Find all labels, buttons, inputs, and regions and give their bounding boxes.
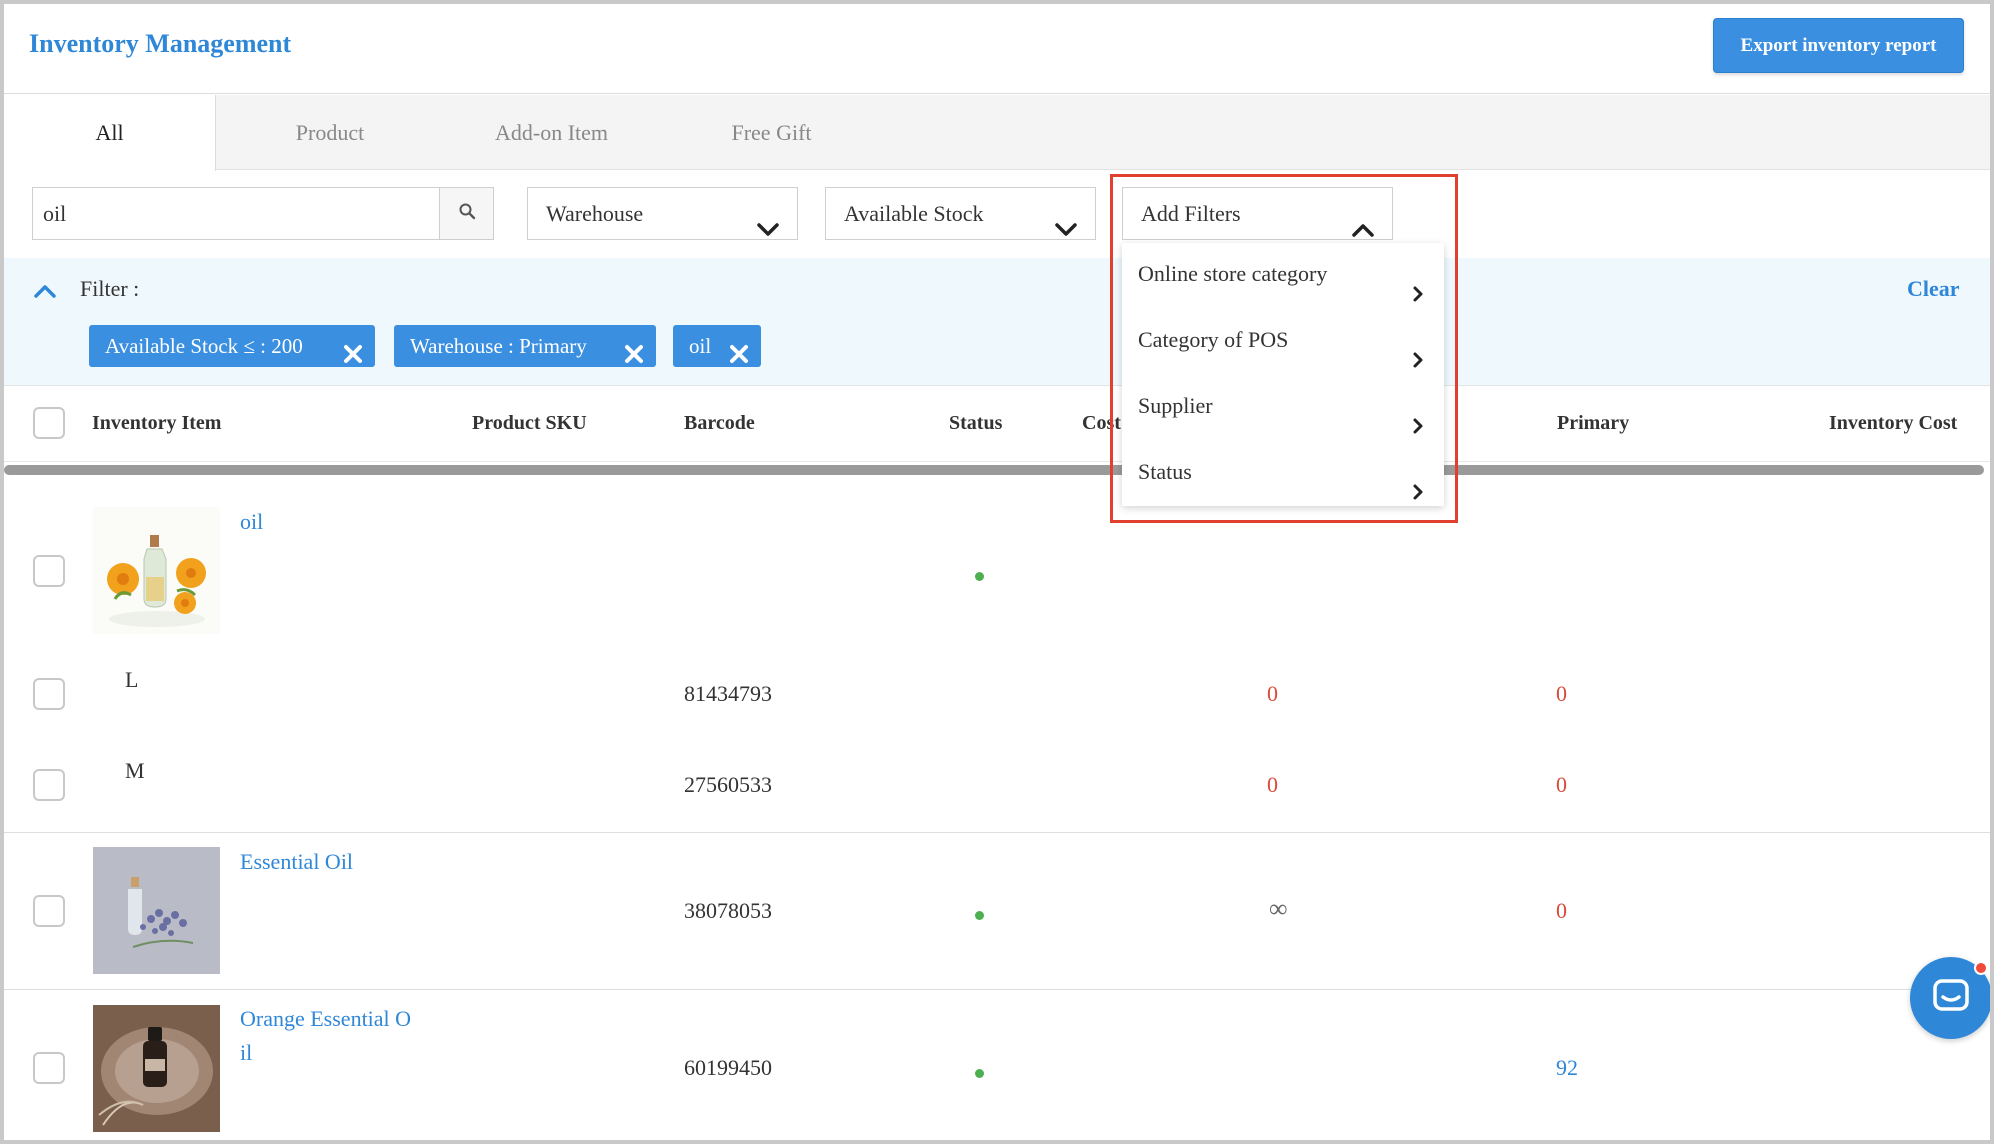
primary-stock-cell: 0 (1556, 772, 1567, 797)
product-image-amber-bottle (93, 1005, 220, 1132)
horizontal-scrollbar[interactable] (4, 465, 1984, 475)
app-window: Inventory Management Export inventory re… (0, 0, 1994, 1144)
chevron-down-icon (757, 205, 779, 256)
row-checkbox[interactable] (33, 678, 65, 710)
chevron-right-icon (1412, 463, 1424, 525)
add-filters-label: Add Filters (1141, 201, 1241, 226)
menu-item-category-of-pos[interactable]: Category of POS (1122, 309, 1444, 375)
column-header-primary[interactable]: Primary (1557, 412, 1629, 435)
close-icon[interactable] (624, 336, 644, 378)
row-checkbox[interactable] (33, 769, 65, 801)
clear-filters-link[interactable]: Clear (1907, 276, 1960, 302)
menu-item-label: Online store category (1138, 261, 1328, 286)
chevron-down-icon (1055, 205, 1077, 256)
inventory-item-link[interactable]: Essential Oil (240, 849, 353, 875)
status-active-dot (975, 911, 984, 920)
close-icon[interactable] (729, 336, 749, 378)
available-stock-select[interactable]: Available Stock (825, 187, 1096, 240)
search-icon (458, 202, 476, 225)
row-divider (4, 989, 1990, 990)
menu-item-supplier[interactable]: Supplier (1122, 375, 1444, 441)
filter-chip-label: Warehouse : Primary (410, 334, 587, 358)
row-checkbox[interactable] (33, 555, 65, 587)
tab-bar: All Product Add-on Item Free Gift (4, 95, 1990, 171)
stock-cell: 0 (1267, 681, 1278, 706)
barcode-cell: 38078053 (684, 898, 772, 923)
filter-chip-warehouse[interactable]: Warehouse : Primary (394, 325, 656, 367)
stock-cell: 0 (1267, 772, 1278, 797)
menu-item-online-store-category[interactable]: Online store category (1122, 243, 1444, 309)
tab-product[interactable]: Product (244, 95, 416, 170)
menu-item-label: Status (1138, 459, 1192, 484)
primary-stock-cell[interactable]: 92 (1556, 1055, 1578, 1081)
barcode-cell: 81434793 (684, 681, 772, 706)
column-header-barcode[interactable]: Barcode (684, 412, 755, 435)
add-filters-select[interactable]: Add Filters (1122, 187, 1393, 240)
page-header: Inventory Management Export inventory re… (4, 4, 1990, 94)
add-filters-menu: Online store category Category of POS Su… (1122, 243, 1444, 506)
primary-stock-cell: 0 (1556, 681, 1567, 706)
column-header-inventory-item[interactable]: Inventory Item (92, 412, 221, 435)
product-image-lavender-oil (93, 847, 220, 974)
tab-add-on-item[interactable]: Add-on Item (459, 95, 644, 170)
primary-stock-cell: 0 (1556, 898, 1567, 923)
table-header: Inventory Item Product SKU Barcode Statu… (4, 387, 1990, 462)
menu-item-label: Supplier (1138, 393, 1213, 418)
notification-badge (1974, 961, 1988, 975)
filter-label: Filter : (80, 276, 140, 301)
row-checkbox[interactable] (33, 1052, 65, 1084)
warehouse-select-label: Warehouse (546, 201, 644, 226)
menu-item-label: Category of POS (1138, 327, 1289, 352)
warehouse-select[interactable]: Warehouse (527, 187, 798, 240)
column-header-cost[interactable]: Cost (1082, 412, 1121, 435)
unlimited-stock-cell: ∞ (1269, 894, 1288, 923)
column-header-product-sku[interactable]: Product SKU (472, 412, 587, 435)
status-active-dot (975, 572, 984, 581)
chevron-up-icon[interactable] (34, 284, 56, 303)
menu-item-status[interactable]: Status (1122, 441, 1444, 507)
filter-chip-available-stock[interactable]: Available Stock ≤ : 200 (89, 325, 375, 367)
variant-label: L (125, 667, 139, 692)
inventory-item-link-continued[interactable]: il (240, 1040, 252, 1066)
variant-label: M (125, 758, 145, 783)
status-active-dot (975, 1069, 984, 1078)
page-title: Inventory Management (29, 29, 292, 58)
filter-chip-label: Available Stock ≤ : 200 (105, 334, 303, 358)
export-inventory-report-button[interactable]: Export inventory report (1713, 18, 1964, 73)
column-header-inventory-cost[interactable]: Inventory Cost (1829, 412, 1957, 435)
barcode-cell: 60199450 (684, 1055, 772, 1080)
search-button[interactable] (439, 187, 494, 240)
row-checkbox[interactable] (33, 895, 65, 927)
barcode-cell: 27560533 (684, 772, 772, 797)
tab-free-gift[interactable]: Free Gift (694, 95, 849, 170)
active-filters-bar: Filter : Clear Available Stock ≤ : 200 W… (4, 258, 1990, 386)
close-icon[interactable] (343, 336, 363, 378)
inventory-item-link[interactable]: Orange Essential O (240, 1006, 411, 1032)
filter-chip-keyword[interactable]: oil (673, 325, 761, 367)
filter-chip-label: oil (689, 334, 712, 358)
search-input[interactable] (32, 187, 441, 240)
tab-all[interactable]: All (4, 95, 216, 171)
available-stock-select-label: Available Stock (844, 201, 984, 226)
chat-icon (1931, 977, 1971, 1020)
column-header-status[interactable]: Status (949, 412, 1002, 435)
product-image-calendula-oil (93, 507, 220, 634)
inventory-item-link[interactable]: oil (240, 509, 263, 535)
chat-launcher-button[interactable] (1910, 957, 1990, 1039)
select-all-checkbox[interactable] (33, 407, 65, 439)
row-divider (4, 832, 1990, 833)
